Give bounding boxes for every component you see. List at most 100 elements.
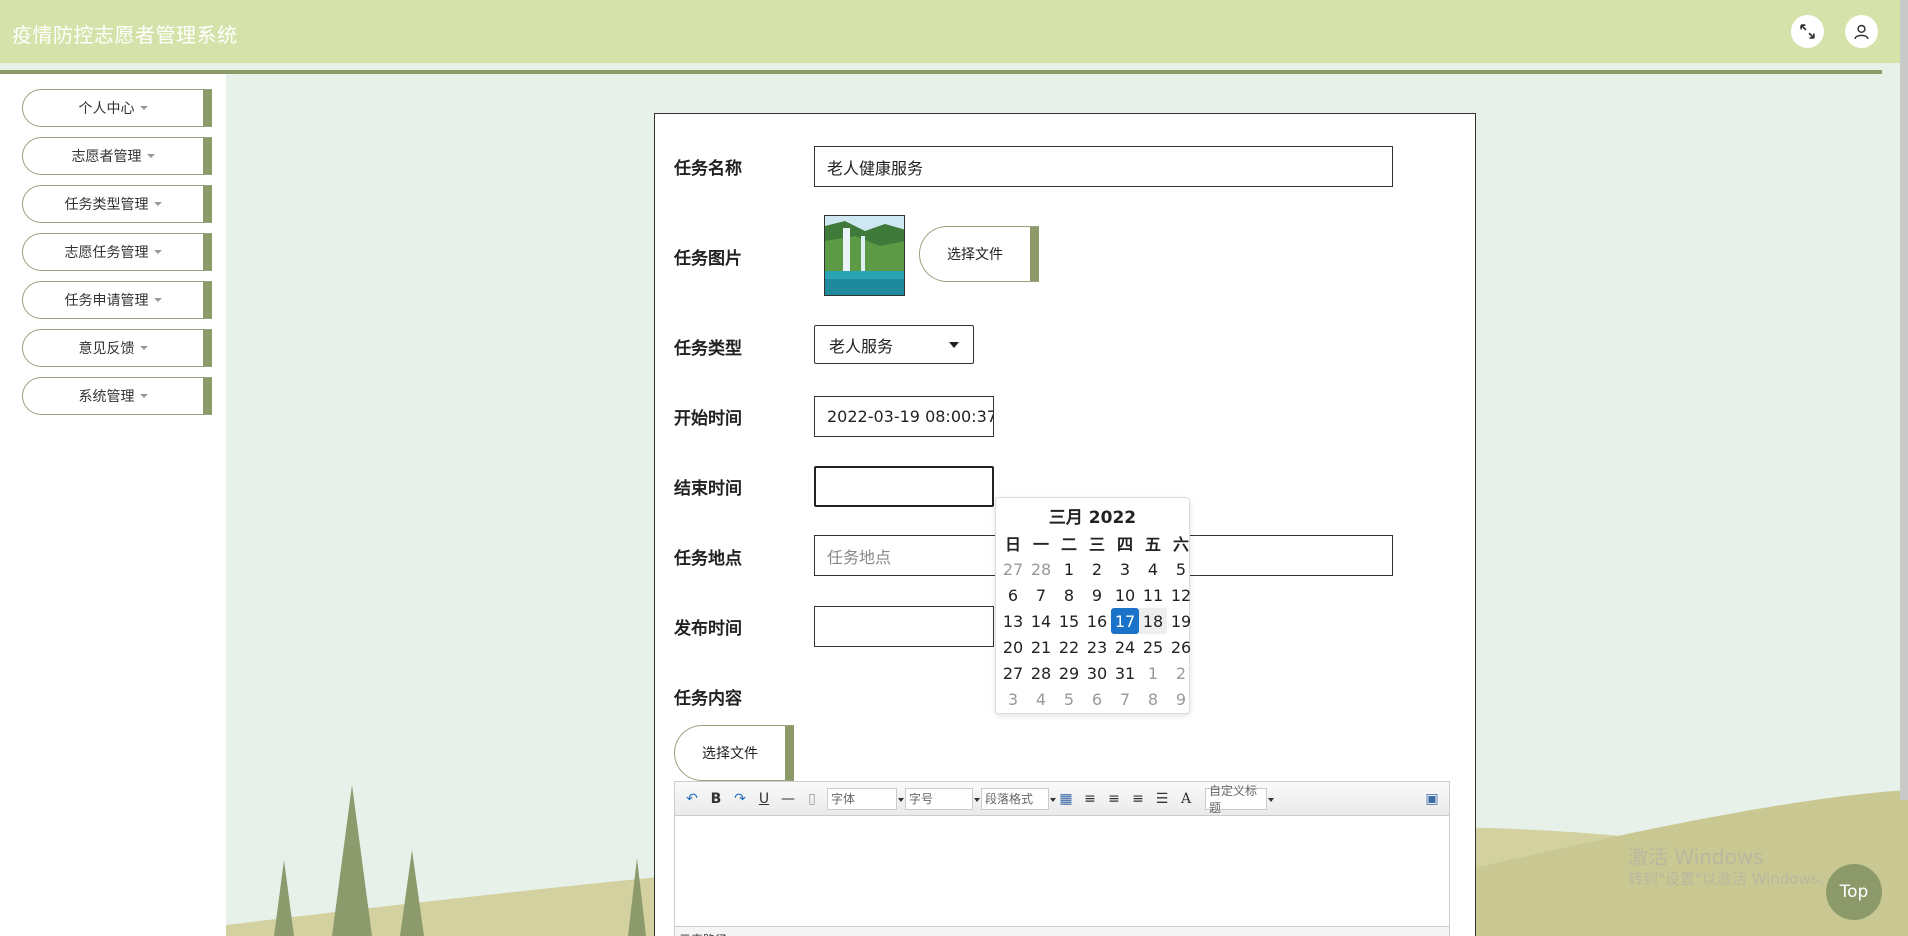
content-label: 任务内容 — [674, 689, 742, 709]
sidebar-item-system-management[interactable]: 系统管理 — [22, 377, 212, 415]
start-time-input[interactable]: 2022-03-19 08:00:37 — [814, 396, 994, 437]
expand-icon — [1800, 24, 1815, 39]
date-cell[interactable]: 9 — [1083, 582, 1111, 608]
weekday-header: 二 — [1060, 535, 1077, 554]
back-to-top-button[interactable]: Top — [1826, 864, 1882, 920]
app-title: 疫情防控志愿者管理系统 — [12, 23, 238, 47]
sidebar-item-personal-center[interactable]: 个人中心 — [22, 89, 212, 127]
align-right-icon[interactable]: ≡ — [1103, 788, 1125, 810]
align-center-icon[interactable]: ≡ — [1127, 788, 1149, 810]
date-cell[interactable]: 19 — [1167, 608, 1195, 634]
task-name-label: 任务名称 — [674, 159, 742, 179]
date-cell[interactable]: 30 — [1083, 660, 1111, 686]
sidebar-item-volunteer-management[interactable]: 志愿者管理 — [22, 137, 212, 175]
date-cell[interactable]: 3 — [999, 686, 1027, 712]
date-cell[interactable]: 16 — [1083, 608, 1111, 634]
fullscreen-button[interactable] — [1791, 15, 1824, 48]
date-cell[interactable]: 27 — [999, 660, 1027, 686]
rich-text-editor: ↶ B ↷ U — ▯ 字体 字号 段落格式 ▦ ≡ ≡ ≡ ☰ A 自定义标题… — [674, 781, 1450, 936]
caret-down-icon — [139, 394, 148, 398]
date-cell[interactable]: 23 — [1083, 634, 1111, 660]
date-cell[interactable]: 11 — [1139, 582, 1167, 608]
editor-toolbar: ↶ B ↷ U — ▯ 字体 字号 段落格式 ▦ ≡ ≡ ≡ ☰ A 自定义标题… — [675, 782, 1449, 816]
task-image-choose-file-button[interactable]: 选择文件 — [919, 226, 1039, 282]
weekday-header: 四 — [1116, 535, 1133, 554]
weekday-header: 五 — [1144, 535, 1161, 554]
date-cell[interactable]: 28 — [1027, 556, 1055, 582]
date-cell[interactable]: 1 — [1055, 556, 1083, 582]
top-header — [0, 0, 1908, 63]
task-image-thumbnail — [824, 215, 905, 296]
page-scrollbar[interactable] — [1900, 0, 1908, 800]
editor-element-path: 元素路径: — [675, 926, 1449, 936]
font-color-icon[interactable]: A — [1175, 788, 1197, 810]
date-cell[interactable]: 14 — [1027, 608, 1055, 634]
date-cell[interactable]: 3 — [1111, 556, 1139, 582]
date-cell[interactable]: 10 — [1111, 582, 1139, 608]
location-label: 任务地点 — [674, 549, 742, 569]
date-cell[interactable]: 1 — [1139, 660, 1167, 686]
date-cell[interactable]: 21 — [1027, 634, 1055, 660]
date-cell[interactable]: 5 — [1055, 686, 1083, 712]
sidebar-item-feedback[interactable]: 意见反馈 — [22, 329, 212, 367]
task-name-input[interactable]: 老人健康服务 — [814, 146, 1393, 187]
weekday-header: 三 — [1088, 535, 1105, 554]
undo-icon[interactable]: ↶ — [681, 788, 703, 810]
content-choose-file-button[interactable]: 选择文件 — [674, 725, 794, 781]
caret-down-icon — [153, 250, 162, 254]
date-cell[interactable]: 13 — [999, 608, 1027, 634]
caret-down-icon — [153, 202, 162, 206]
date-cell[interactable]: 8 — [1139, 686, 1167, 712]
underline-icon[interactable]: U — [753, 788, 775, 810]
paragraph-format-combo[interactable]: 段落格式 — [981, 787, 1056, 810]
sidebar-item-task-application-management[interactable]: 任务申请管理 — [22, 281, 212, 319]
date-cell[interactable]: 2 — [1167, 660, 1195, 686]
date-cell[interactable]: 9 — [1167, 686, 1195, 712]
caret-down-icon — [139, 106, 148, 110]
preview-icon[interactable]: ▣ — [1421, 788, 1443, 810]
date-cell[interactable]: 26 — [1167, 634, 1195, 660]
date-picker-month-title: 三月 2022 — [1048, 508, 1137, 528]
date-cell[interactable]: 15 — [1055, 608, 1083, 634]
redo-icon[interactable]: ↷ — [729, 788, 751, 810]
date-cell[interactable]: 8 — [1055, 582, 1083, 608]
sidebar-item-task-type-management[interactable]: 任务类型管理 — [22, 185, 212, 223]
date-cell[interactable]: 4 — [1139, 556, 1167, 582]
end-time-label: 结束时间 — [674, 479, 742, 499]
align-left-icon[interactable]: ≡ — [1079, 788, 1101, 810]
date-cell[interactable]: 7 — [1111, 686, 1139, 712]
custom-title-combo[interactable]: 自定义标题 — [1205, 784, 1274, 815]
task-type-select[interactable]: 老人服务 — [814, 325, 974, 364]
date-cell[interactable]: 24 — [1111, 634, 1139, 660]
bold-icon[interactable]: B — [705, 788, 727, 810]
date-cell-selected[interactable]: 17 — [1111, 608, 1139, 634]
document-icon[interactable]: ▯ — [801, 788, 823, 810]
date-cell[interactable]: 4 — [1027, 686, 1055, 712]
date-cell[interactable]: 6 — [1083, 686, 1111, 712]
date-cell[interactable]: 7 — [1027, 582, 1055, 608]
date-cell[interactable]: 5 — [1167, 556, 1195, 582]
publish-time-input[interactable] — [814, 606, 994, 647]
date-cell[interactable]: 31 — [1111, 660, 1139, 686]
date-cell[interactable]: 2 — [1083, 556, 1111, 582]
date-picker-popup: 三月 2022 日一二三四五六 27 28 1 2 3 4 5 6 7 8 9 10 11 12 13 14 15… — [995, 497, 1191, 714]
header-divider — [0, 70, 1882, 74]
end-time-input[interactable] — [814, 466, 994, 507]
date-cell[interactable]: 29 — [1055, 660, 1083, 686]
date-cell[interactable]: 22 — [1055, 634, 1083, 660]
font-family-combo[interactable]: 字体 — [827, 787, 904, 810]
date-cell[interactable]: 27 — [999, 556, 1027, 582]
table-icon[interactable]: ▦ — [1055, 788, 1077, 810]
sidebar-item-volunteer-task-management[interactable]: 志愿任务管理 — [22, 233, 212, 271]
font-size-combo[interactable]: 字号 — [905, 787, 980, 810]
date-cell[interactable]: 18 — [1139, 608, 1167, 634]
date-cell[interactable]: 25 — [1139, 634, 1167, 660]
horizontal-rule-icon[interactable]: — — [777, 788, 799, 810]
date-cell[interactable]: 20 — [999, 634, 1027, 660]
date-cell[interactable]: 6 — [999, 582, 1027, 608]
caret-down-icon — [153, 298, 162, 302]
user-button[interactable] — [1845, 15, 1878, 48]
align-justify-icon[interactable]: ☰ — [1151, 788, 1173, 810]
date-cell[interactable]: 12 — [1167, 582, 1195, 608]
date-cell[interactable]: 28 — [1027, 660, 1055, 686]
